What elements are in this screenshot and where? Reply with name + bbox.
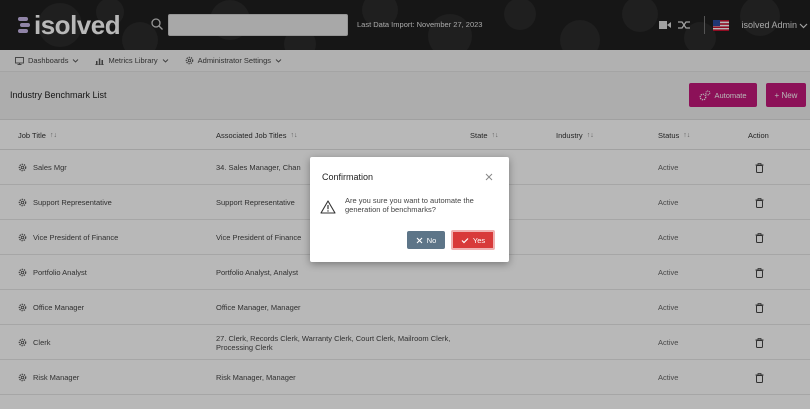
yes-button[interactable]: Yes <box>451 230 495 250</box>
close-icon[interactable] <box>484 172 494 182</box>
confirmation-dialog: Confirmation Are you sure you want to au… <box>310 157 509 262</box>
warning-icon <box>320 200 336 214</box>
dialog-title: Confirmation <box>322 172 374 182</box>
no-button-label: No <box>426 235 437 245</box>
yes-button-label: Yes <box>472 235 486 245</box>
dialog-message: Are you sure you want to automate the ge… <box>345 196 474 214</box>
no-button[interactable]: No <box>407 231 445 249</box>
close-icon <box>416 237 423 243</box>
check-icon <box>461 237 469 243</box>
